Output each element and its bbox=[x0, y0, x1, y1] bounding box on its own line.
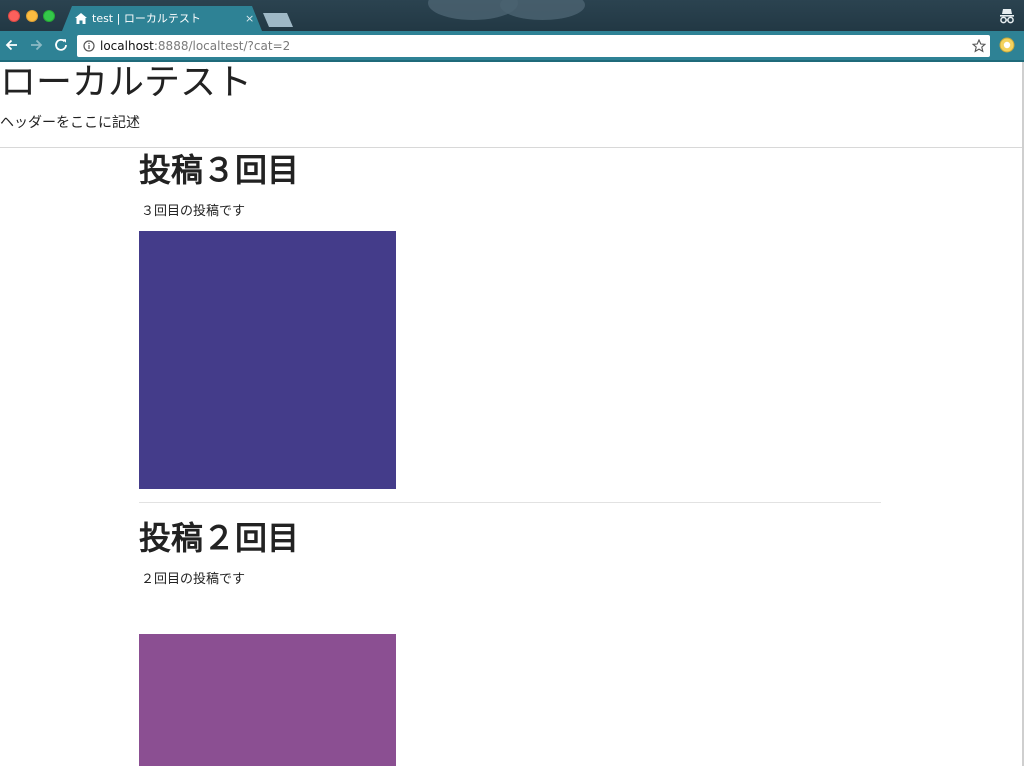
bookmark-star-icon[interactable] bbox=[972, 39, 986, 53]
post-body: ２回目の投稿です bbox=[141, 572, 246, 587]
incognito-icon[interactable] bbox=[998, 7, 1016, 25]
post-body: ３回目の投稿です bbox=[141, 204, 246, 219]
tab-close-button[interactable]: × bbox=[245, 6, 254, 31]
site-description: ヘッダーをここに記述 bbox=[0, 115, 140, 131]
theme-cloud-decoration bbox=[500, 0, 585, 20]
forward-icon[interactable] bbox=[28, 37, 44, 53]
post-title[interactable]: 投稿２回目 bbox=[139, 518, 299, 558]
favicon-icon bbox=[75, 13, 87, 24]
site-title[interactable]: ローカルテスト bbox=[0, 62, 252, 104]
extension-icon[interactable] bbox=[999, 37, 1015, 53]
reload-icon[interactable] bbox=[53, 37, 69, 53]
minimize-window-button[interactable] bbox=[26, 10, 38, 22]
browser-toolbar: localhost:8888/localtest/?cat=2 bbox=[0, 31, 1024, 62]
url-text: localhost:8888/localtest/?cat=2 bbox=[100, 35, 290, 57]
new-tab-button[interactable] bbox=[263, 13, 293, 27]
window-titlebar: test | ローカルテスト × bbox=[0, 0, 1024, 31]
address-bar[interactable]: localhost:8888/localtest/?cat=2 bbox=[77, 35, 990, 57]
post-image bbox=[139, 231, 396, 489]
url-host: localhost bbox=[100, 39, 154, 53]
tab-active[interactable]: test | ローカルテスト × bbox=[62, 6, 262, 31]
close-window-button[interactable] bbox=[8, 10, 20, 22]
post-divider bbox=[139, 502, 881, 503]
header-divider bbox=[0, 147, 1024, 148]
url-path: :8888/localtest/?cat=2 bbox=[153, 39, 291, 53]
tab-title: test | ローカルテスト bbox=[92, 12, 201, 25]
post-image bbox=[139, 634, 396, 766]
back-icon[interactable] bbox=[4, 37, 20, 53]
zoom-window-button[interactable] bbox=[43, 10, 55, 22]
page-content: ローカルテスト ヘッダーをここに記述 投稿３回目 ３回目の投稿です 投稿２回目 … bbox=[0, 62, 1024, 766]
post-title[interactable]: 投稿３回目 bbox=[139, 150, 299, 190]
info-icon[interactable] bbox=[83, 40, 95, 52]
